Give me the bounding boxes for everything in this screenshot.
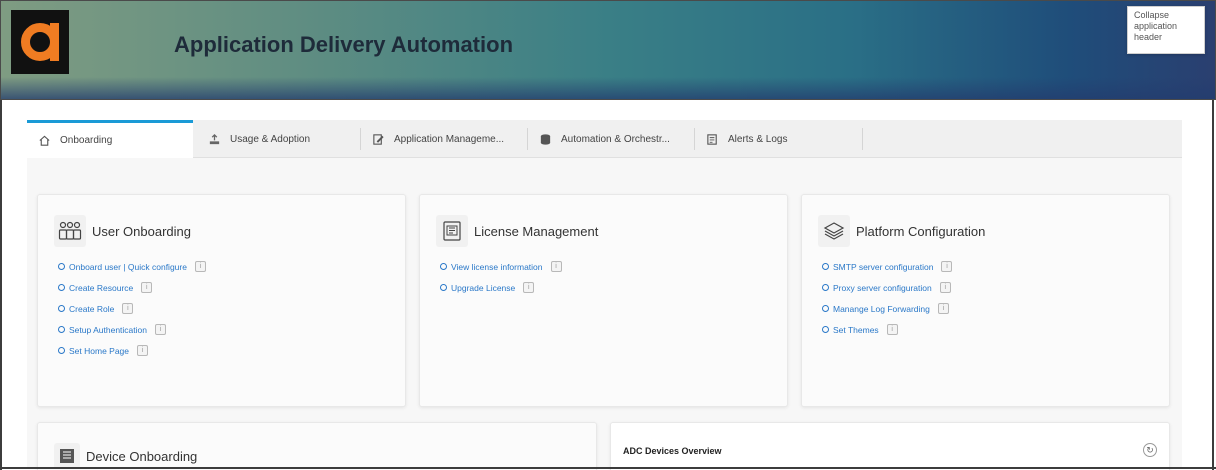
info-icon[interactable]: i: [886, 324, 898, 335]
tab-label: Alerts & Logs: [728, 133, 788, 145]
device-onboarding-card: Device Onboarding: [37, 422, 597, 470]
user-onboarding-links: Onboard user | Quick configure i Create …: [58, 256, 206, 361]
refresh-icon[interactable]: ↻: [1143, 443, 1157, 457]
card-title: Platform Configuration: [856, 223, 986, 239]
home-icon: [37, 134, 51, 148]
platform-configuration-card: Platform Configuration SMTP server confi…: [801, 194, 1170, 407]
card-title: License Management: [474, 223, 599, 239]
bullet-icon: [58, 326, 65, 333]
tab-label: Automation & Orchestr...: [561, 133, 670, 145]
info-icon[interactable]: i: [939, 282, 951, 293]
license-icon: [436, 215, 468, 247]
user-onboarding-card: User Onboarding Onboard user | Quick con…: [37, 194, 406, 407]
link-view-license[interactable]: View license information i: [440, 256, 562, 277]
tab-automation-orchestration[interactable]: Automation & Orchestr...: [528, 120, 694, 158]
tab-bar: Onboarding Usage & Adoption Application …: [27, 120, 1182, 158]
log-icon: [705, 132, 719, 146]
tab-alerts-logs[interactable]: Alerts & Logs: [695, 120, 861, 158]
frame-left-border: [0, 100, 2, 470]
platform-configuration-links: SMTP server configuration i Proxy server…: [822, 256, 953, 340]
info-icon[interactable]: i: [137, 345, 149, 356]
app-title: Application Delivery Automation: [174, 32, 514, 57]
app-header: Application Delivery Automation: [0, 0, 1216, 100]
info-icon[interactable]: i: [937, 303, 949, 314]
tab-onboarding[interactable]: Onboarding: [27, 120, 193, 158]
upload-icon: [207, 132, 221, 146]
link-log-forwarding[interactable]: Manange Log Forwarding i: [822, 298, 952, 319]
edit-document-icon: [371, 132, 385, 146]
tab-application-management[interactable]: Application Manageme...: [361, 120, 527, 158]
tab-separator: [862, 128, 863, 150]
bullet-icon: [822, 305, 829, 312]
bullet-icon: [58, 347, 65, 354]
link-upgrade-license[interactable]: Upgrade License i: [440, 277, 562, 298]
layers-icon: [818, 215, 850, 247]
link-create-role[interactable]: Create Role i: [58, 298, 206, 319]
tab-label: Onboarding: [60, 135, 113, 146]
link-create-resource[interactable]: Create Resource i: [58, 277, 206, 298]
collapse-header-tooltip: Collapse application header: [1127, 6, 1205, 54]
card-title: Device Onboarding: [86, 448, 198, 464]
bullet-icon: [440, 263, 447, 270]
frame-right-border: [1212, 100, 1214, 470]
link-set-home-page[interactable]: Set Home Page i: [58, 340, 206, 361]
info-icon[interactable]: i: [550, 261, 562, 272]
bullet-icon: [58, 263, 65, 270]
bullet-icon: [822, 284, 829, 291]
bullet-icon: [58, 305, 65, 312]
users-icon: [54, 215, 86, 247]
bullet-icon: [58, 284, 65, 291]
card-title: User Onboarding: [92, 223, 191, 239]
bullet-icon: [440, 284, 447, 291]
info-icon[interactable]: i: [941, 261, 953, 272]
card-title: ADC Devices Overview: [623, 446, 722, 456]
product-logo-icon[interactable]: [11, 10, 69, 74]
adc-devices-overview-card: ADC Devices Overview ↻: [610, 422, 1170, 470]
frame-bottom-border: [0, 467, 1216, 469]
info-icon[interactable]: i: [523, 282, 535, 293]
link-setup-authentication[interactable]: Setup Authentication i: [58, 319, 206, 340]
link-proxy-server[interactable]: Proxy server configuration i: [822, 277, 952, 298]
license-management-links: View license information i Upgrade Licen…: [440, 256, 562, 298]
info-icon[interactable]: i: [154, 324, 166, 335]
info-icon[interactable]: i: [141, 282, 153, 293]
license-management-card: License Management View license informat…: [419, 194, 788, 407]
onboarding-content: User Onboarding Onboard user | Quick con…: [27, 158, 1182, 470]
link-smtp-server[interactable]: SMTP server configuration i: [822, 256, 953, 277]
info-icon[interactable]: i: [194, 261, 206, 272]
bullet-icon: [822, 326, 829, 333]
tab-label: Usage & Adoption: [230, 133, 311, 145]
tab-usage-adoption[interactable]: Usage & Adoption: [193, 120, 359, 158]
link-onboard-user[interactable]: Onboard user | Quick configure i: [58, 256, 206, 277]
tab-label: Application Manageme...: [394, 133, 505, 145]
database-icon: [538, 132, 552, 146]
bullet-icon: [822, 263, 829, 270]
device-icon: [54, 443, 80, 469]
info-icon[interactable]: i: [122, 303, 134, 314]
link-set-themes[interactable]: Set Themes i: [822, 319, 952, 340]
